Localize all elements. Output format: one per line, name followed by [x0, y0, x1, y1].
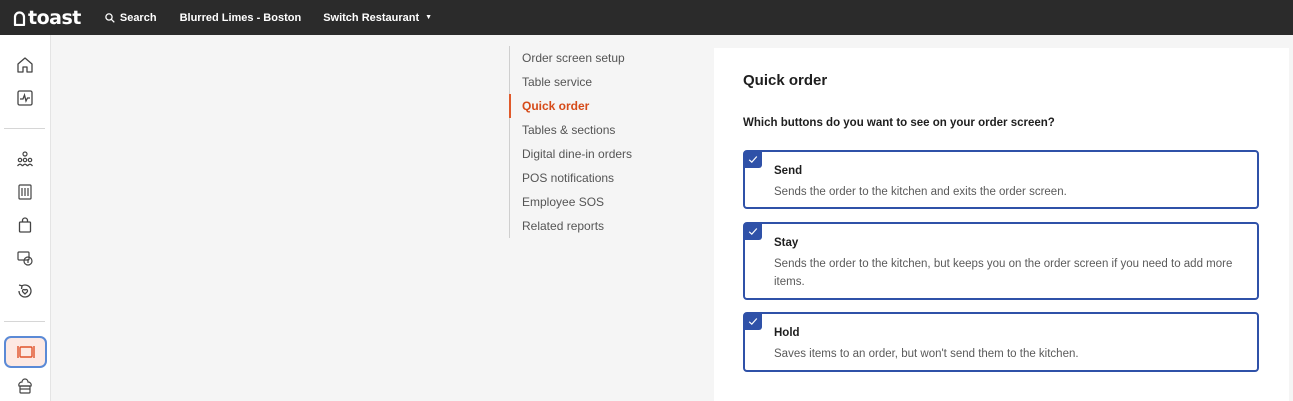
toast-logo[interactable]: toast: [12, 7, 81, 29]
switch-restaurant-button[interactable]: Switch Restaurant ▼: [323, 12, 432, 24]
top-bar: toast Search Blurred Limes - Boston Swit…: [0, 0, 1293, 35]
option-description: Sends the order to the kitchen, but keep…: [774, 258, 1233, 288]
logo-text: toast: [28, 6, 81, 29]
option-title: Stay: [774, 237, 799, 249]
home-icon[interactable]: [13, 53, 37, 77]
org-chart-icon[interactable]: [13, 147, 37, 171]
search-icon: [105, 12, 115, 23]
option-stay[interactable]: Stay Sends the order to the kitchen, but…: [743, 222, 1259, 300]
search-button[interactable]: Search: [105, 12, 157, 24]
subnav-item-employee-sos[interactable]: Employee SOS: [510, 190, 632, 214]
menu-icon[interactable]: [13, 180, 37, 204]
checkmark-icon: [748, 228, 758, 236]
chevron-down-icon: ▼: [425, 14, 433, 21]
subnav-item-related-reports[interactable]: Related reports: [510, 214, 632, 238]
subnav-item-table-service[interactable]: Table service: [510, 70, 632, 94]
activity-icon[interactable]: [13, 86, 37, 110]
option-hold[interactable]: Hold Saves items to an order, but won't …: [743, 312, 1259, 372]
section-title: Quick order: [743, 72, 828, 89]
subnav-item-quick-order[interactable]: Quick order: [508, 94, 632, 118]
location-name[interactable]: Blurred Limes - Boston: [180, 12, 302, 24]
search-label: Search: [119, 11, 157, 24]
option-description: Sends the order to the kitchen and exits…: [774, 186, 1067, 198]
switch-restaurant-label: Switch Restaurant: [323, 11, 420, 24]
subnav-item-pos-notifications[interactable]: POS notifications: [510, 166, 632, 190]
section-question: Which buttons do you want to see on your…: [743, 117, 1055, 129]
subnav-item-order-screen-setup[interactable]: Order screen setup: [510, 46, 632, 70]
send-checkbox[interactable]: [744, 151, 762, 168]
option-description: Saves items to an order, but won't send …: [774, 348, 1079, 360]
loyalty-icon[interactable]: [13, 279, 37, 303]
subnav-item-tables-sections[interactable]: Tables & sections: [510, 118, 632, 142]
option-send[interactable]: Send Sends the order to the kitchen and …: [743, 150, 1259, 209]
hold-checkbox[interactable]: [744, 313, 762, 330]
option-title: Hold: [774, 327, 800, 339]
restaurant-table-icon[interactable]: [4, 336, 47, 368]
payroll-icon[interactable]: [13, 246, 37, 270]
subnav-item-digital-dine-in-orders[interactable]: Digital dine-in orders: [510, 142, 632, 166]
quick-order-panel: Quick order Which buttons do you want to…: [714, 48, 1289, 401]
left-sidebar: [0, 35, 51, 401]
stay-checkbox[interactable]: [744, 223, 762, 240]
checkmark-icon: [748, 156, 758, 164]
sidebar-divider: [4, 128, 45, 129]
shopping-bag-icon[interactable]: [13, 213, 37, 237]
toast-logo-icon: [13, 10, 26, 26]
section-subnav: Order screen setup Table service Quick o…: [508, 46, 632, 238]
sidebar-divider: [4, 321, 45, 322]
kitchen-icon[interactable]: [13, 375, 37, 399]
option-title: Send: [774, 165, 803, 177]
checkmark-icon: [748, 318, 758, 326]
